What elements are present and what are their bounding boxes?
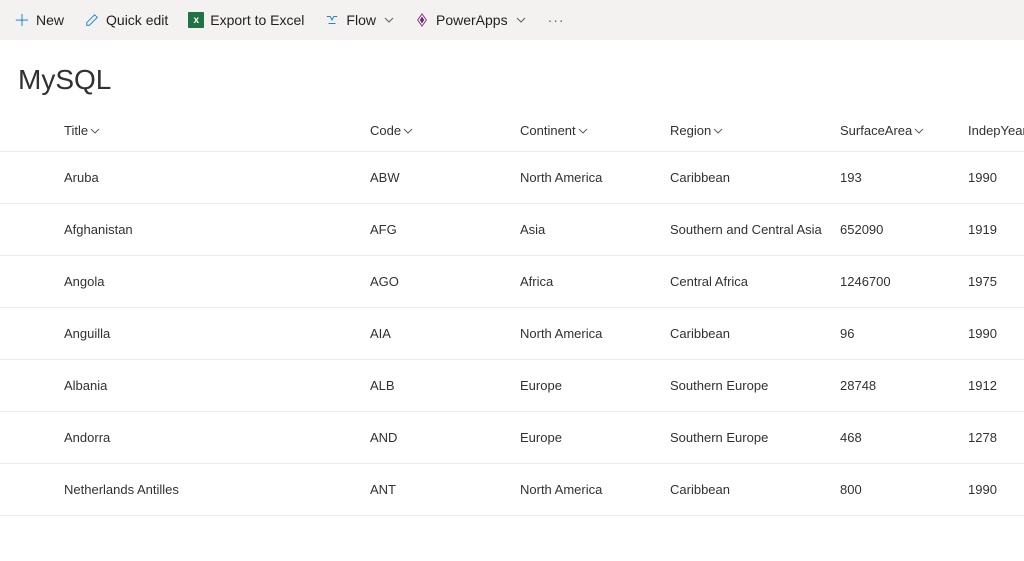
excel-icon: x bbox=[188, 12, 204, 28]
more-label: ··· bbox=[548, 12, 565, 28]
cell-surface: 28748 bbox=[840, 378, 968, 393]
cell-title: Albania bbox=[64, 378, 370, 393]
table-row[interactable]: AlbaniaALBEuropeSouthern Europe287481912 bbox=[0, 360, 1024, 412]
cell-region: Central Africa bbox=[670, 274, 840, 289]
chevron-down-icon bbox=[90, 126, 100, 136]
chevron-down-icon bbox=[578, 126, 588, 136]
quick-edit-button[interactable]: Quick edit bbox=[74, 0, 178, 40]
flow-icon bbox=[324, 12, 340, 28]
cell-surface: 1246700 bbox=[840, 274, 968, 289]
column-header-surfacearea-label: SurfaceArea bbox=[840, 123, 912, 138]
cell-region: Caribbean bbox=[670, 170, 840, 185]
column-header-title[interactable]: Title bbox=[64, 123, 370, 138]
powerapps-icon bbox=[414, 12, 430, 28]
cell-indep: 1912 bbox=[968, 378, 1024, 393]
cell-indep: 1990 bbox=[968, 326, 1024, 341]
table-row[interactable]: ArubaABWNorth AmericaCaribbean1931990 bbox=[0, 152, 1024, 204]
cell-title: Netherlands Antilles bbox=[64, 482, 370, 497]
column-header-region-label: Region bbox=[670, 123, 711, 138]
cell-region: Caribbean bbox=[670, 482, 840, 497]
table-row[interactable]: AngolaAGOAfricaCentral Africa12467001975 bbox=[0, 256, 1024, 308]
cell-indep: 1990 bbox=[968, 170, 1024, 185]
export-label: Export to Excel bbox=[210, 12, 304, 28]
cell-continent: Europe bbox=[520, 378, 670, 393]
command-bar: New Quick edit x Export to Excel Flow Po… bbox=[0, 0, 1024, 40]
column-header-code[interactable]: Code bbox=[370, 123, 520, 138]
table-row[interactable]: AndorraANDEuropeSouthern Europe4681278 bbox=[0, 412, 1024, 464]
cell-title: Angola bbox=[64, 274, 370, 289]
quick-edit-label: Quick edit bbox=[106, 12, 168, 28]
cell-title: Anguilla bbox=[64, 326, 370, 341]
column-header-continent-label: Continent bbox=[520, 123, 576, 138]
powerapps-button[interactable]: PowerApps bbox=[404, 0, 536, 40]
cell-code: AIA bbox=[370, 326, 520, 341]
cell-code: AFG bbox=[370, 222, 520, 237]
cell-surface: 96 bbox=[840, 326, 968, 341]
flow-button[interactable]: Flow bbox=[314, 0, 404, 40]
table-row[interactable]: Netherlands AntillesANTNorth AmericaCari… bbox=[0, 464, 1024, 516]
cell-continent: Europe bbox=[520, 430, 670, 445]
cell-region: Southern and Central Asia bbox=[670, 222, 840, 237]
page-title: MySQL bbox=[0, 40, 1024, 110]
list-grid: Title Code Continent Region SurfaceArea bbox=[0, 110, 1024, 516]
cell-continent: North America bbox=[520, 326, 670, 341]
cell-surface: 193 bbox=[840, 170, 968, 185]
column-header-title-label: Title bbox=[64, 123, 88, 138]
export-excel-button[interactable]: x Export to Excel bbox=[178, 0, 314, 40]
cell-code: ALB bbox=[370, 378, 520, 393]
column-header-code-label: Code bbox=[370, 123, 401, 138]
new-button[interactable]: New bbox=[4, 0, 74, 40]
cell-code: AGO bbox=[370, 274, 520, 289]
column-header-indepyear[interactable]: IndepYear bbox=[968, 123, 1024, 138]
cell-region: Southern Europe bbox=[670, 378, 840, 393]
edit-icon bbox=[84, 12, 100, 28]
cell-indep: 1278 bbox=[968, 430, 1024, 445]
chevron-down-icon bbox=[914, 126, 924, 136]
cell-continent: Africa bbox=[520, 274, 670, 289]
cell-code: ABW bbox=[370, 170, 520, 185]
cell-continent: Asia bbox=[520, 222, 670, 237]
cell-indep: 1975 bbox=[968, 274, 1024, 289]
more-button[interactable]: ··· bbox=[536, 0, 577, 40]
column-header-surfacearea[interactable]: SurfaceArea bbox=[840, 123, 968, 138]
new-label: New bbox=[36, 12, 64, 28]
chevron-down-icon bbox=[403, 126, 413, 136]
cell-title: Andorra bbox=[64, 430, 370, 445]
column-header-continent[interactable]: Continent bbox=[520, 123, 670, 138]
powerapps-label: PowerApps bbox=[436, 12, 508, 28]
cell-title: Aruba bbox=[64, 170, 370, 185]
cell-surface: 800 bbox=[840, 482, 968, 497]
cell-continent: North America bbox=[520, 482, 670, 497]
column-header-region[interactable]: Region bbox=[670, 123, 840, 138]
grid-header: Title Code Continent Region SurfaceArea bbox=[0, 110, 1024, 152]
cell-surface: 468 bbox=[840, 430, 968, 445]
flow-label: Flow bbox=[346, 12, 376, 28]
cell-code: AND bbox=[370, 430, 520, 445]
cell-indep: 1919 bbox=[968, 222, 1024, 237]
cell-indep: 1990 bbox=[968, 482, 1024, 497]
chevron-down-icon bbox=[516, 12, 526, 28]
cell-code: ANT bbox=[370, 482, 520, 497]
cell-title: Afghanistan bbox=[64, 222, 370, 237]
chevron-down-icon bbox=[384, 12, 394, 28]
cell-surface: 652090 bbox=[840, 222, 968, 237]
cell-continent: North America bbox=[520, 170, 670, 185]
chevron-down-icon bbox=[713, 126, 723, 136]
grid-body: ArubaABWNorth AmericaCaribbean1931990Afg… bbox=[0, 152, 1024, 516]
cell-region: Southern Europe bbox=[670, 430, 840, 445]
cell-region: Caribbean bbox=[670, 326, 840, 341]
column-header-indepyear-label: IndepYear bbox=[968, 123, 1024, 138]
plus-icon bbox=[14, 12, 30, 28]
table-row[interactable]: AfghanistanAFGAsiaSouthern and Central A… bbox=[0, 204, 1024, 256]
table-row[interactable]: AnguillaAIANorth AmericaCaribbean961990 bbox=[0, 308, 1024, 360]
